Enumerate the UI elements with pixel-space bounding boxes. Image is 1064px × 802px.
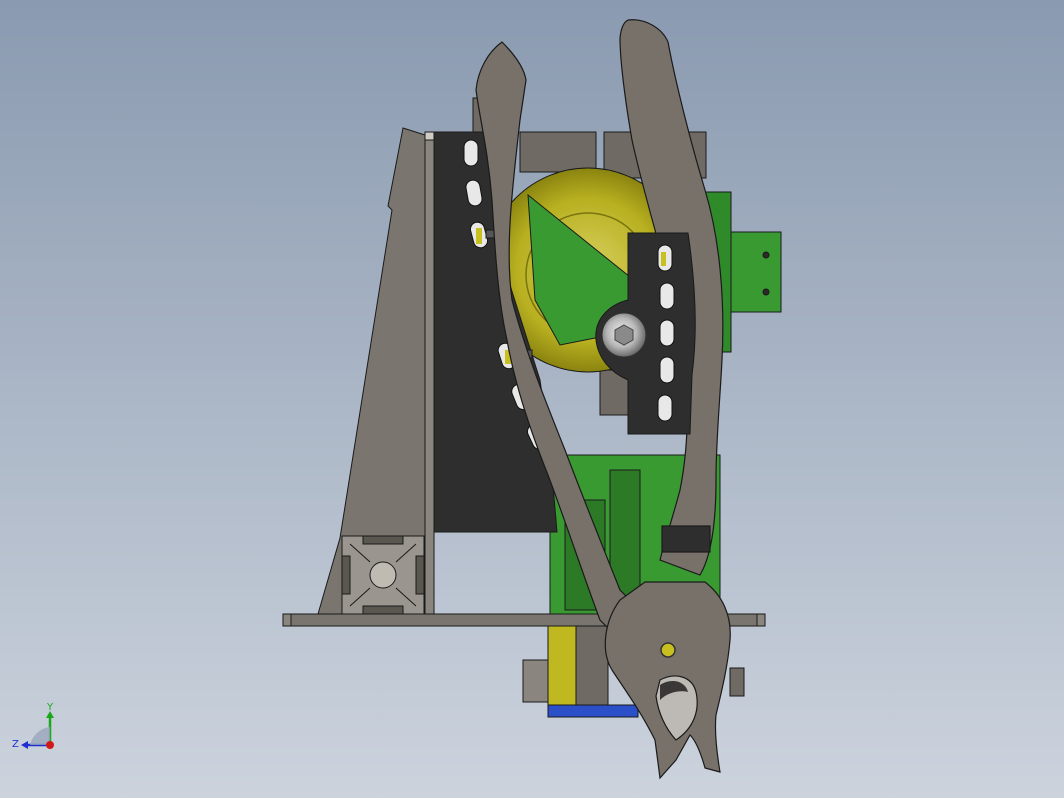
pivot-bolt[interactable] bbox=[601, 312, 647, 358]
extrusion-profile[interactable] bbox=[341, 535, 425, 615]
extrusion-slot-left bbox=[341, 555, 351, 595]
pivot-bolt-hex-socket bbox=[614, 324, 634, 346]
right-handle-pad bbox=[661, 525, 711, 553]
right-slot-4 bbox=[659, 356, 675, 384]
flange-hole-top bbox=[762, 251, 770, 259]
right-slot-5 bbox=[657, 394, 673, 422]
extrusion-slot-bottom bbox=[362, 605, 404, 615]
base-rail-end-left bbox=[282, 613, 292, 627]
extrusion-slot-top bbox=[362, 535, 404, 545]
adjust-slot-1 bbox=[463, 139, 479, 167]
right-stub[interactable] bbox=[729, 667, 745, 697]
lower-yellow-block[interactable] bbox=[547, 625, 577, 709]
extrusion-slot-right bbox=[415, 555, 425, 595]
support-top-cap bbox=[424, 131, 435, 141]
lower-gray-block[interactable] bbox=[575, 625, 609, 709]
lower-stub[interactable] bbox=[522, 659, 549, 703]
right-slot-pin bbox=[661, 252, 666, 266]
blue-base-strip[interactable] bbox=[547, 704, 639, 718]
cad-viewport[interactable]: Y Z bbox=[0, 0, 1064, 798]
triad-x-axis-dot bbox=[46, 741, 54, 749]
jaw-pin bbox=[660, 642, 676, 658]
base-rail-end-right bbox=[756, 613, 766, 627]
triad-z-label: Z bbox=[12, 739, 19, 750]
flange-hole-bottom bbox=[762, 288, 770, 296]
triad-y-label: Y bbox=[46, 702, 54, 713]
slot-pin-yellow-1 bbox=[476, 228, 482, 244]
back-frame-upper-block[interactable] bbox=[519, 131, 597, 173]
right-slot-3 bbox=[659, 319, 675, 347]
extrusion-core-bore bbox=[369, 561, 397, 589]
right-slot-2 bbox=[659, 282, 675, 310]
support-edge-strip bbox=[424, 134, 435, 615]
